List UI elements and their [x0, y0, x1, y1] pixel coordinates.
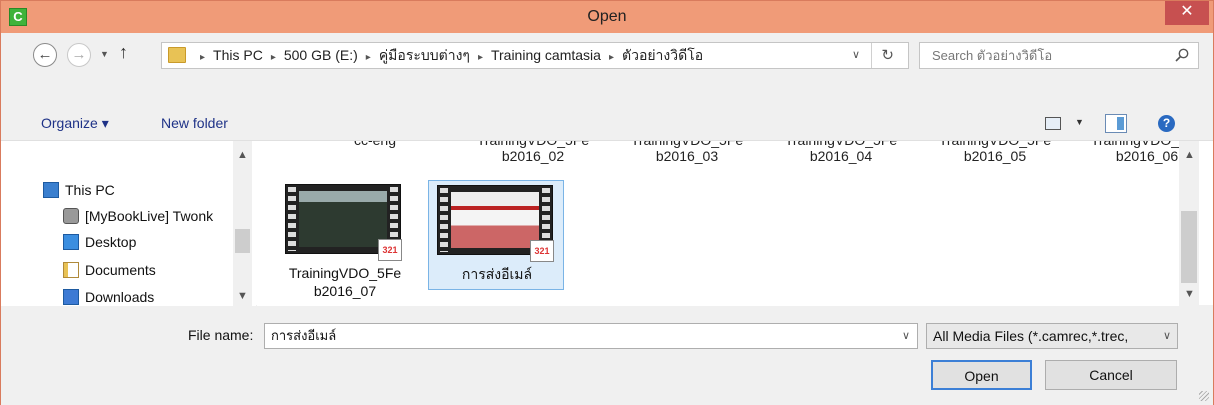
command-bar: Organize ▾ New folder ▼ ?: [1, 107, 1213, 139]
search-icon[interactable]: [1174, 47, 1190, 63]
sidebar-item-label: Downloads: [85, 289, 155, 305]
film-strip: [288, 187, 296, 251]
file-name-input[interactable]: การส่งอีเมล์ ∨: [264, 323, 918, 349]
navigation-pane: This PC [MyBookLive] Twonk Desktop Docum…: [1, 141, 256, 306]
content-area: This PC [MyBookLive] Twonk Desktop Docum…: [1, 140, 1213, 306]
search-placeholder: Search ตัวอย่างวิดีโอ: [932, 48, 1053, 63]
file-name-label: TrainingVDO_5Fe b2016_07: [288, 265, 402, 299]
pc-icon: [43, 182, 59, 198]
file-name-value[interactable]: การส่งอีเมล์: [271, 324, 336, 348]
scrollbar-thumb[interactable]: [1181, 211, 1197, 283]
scroll-down-icon[interactable]: ▼: [1184, 288, 1195, 300]
open-button[interactable]: Open: [931, 360, 1032, 390]
folder-icon: [168, 47, 186, 63]
recent-locations-dropdown[interactable]: ▼: [100, 49, 109, 59]
film-strip: [440, 188, 448, 252]
open-dialog: C Open ✕ ← → ▼ ↑ ▸ This PC ▸ 500 GB (E:) ▸ คู…: [0, 0, 1214, 405]
scrollbar-thumb[interactable]: [235, 229, 250, 253]
sidebar-item-label: Desktop: [85, 234, 137, 250]
back-button[interactable]: ←: [33, 43, 57, 67]
dialog-footer: File name: การส่งอีเมล์ ∨ All Media File…: [1, 306, 1213, 405]
file-name-label: File name:: [188, 327, 254, 343]
breadcrumb-separator[interactable]: ▸: [366, 52, 371, 63]
forward-button[interactable]: →: [67, 43, 91, 67]
file-item-label-bottom[interactable]: b2016_04: [771, 148, 911, 164]
change-view-icon[interactable]: [1045, 117, 1061, 130]
preview-pane-icon[interactable]: [1105, 114, 1127, 133]
navigation-pane-scrollbar[interactable]: ▲ ▼: [233, 141, 252, 306]
file-list: cc-eng TrainingVDO_5Fe b2016_02 Training…: [257, 141, 1179, 306]
sidebar-item-mybooklive[interactable]: [MyBookLive] Twonk: [63, 204, 233, 228]
video-thumbnail: 321: [437, 185, 554, 262]
breadcrumb-separator[interactable]: ▸: [478, 52, 483, 63]
thumbnail-screen: [299, 191, 387, 247]
scroll-up-icon[interactable]: ▲: [237, 149, 248, 161]
camtasia-badge-icon: 321: [530, 240, 554, 262]
help-icon[interactable]: ?: [1158, 115, 1175, 132]
scroll-down-icon[interactable]: ▼: [237, 290, 248, 302]
cancel-button[interactable]: Cancel: [1045, 360, 1177, 390]
file-item-label-bottom[interactable]: b2016_03: [617, 148, 757, 164]
file-item-label-bottom[interactable]: b2016_02: [463, 148, 603, 164]
file-type-value: All Media Files (*.camrec,*.trec,: [933, 328, 1129, 344]
downloads-icon: [63, 289, 79, 305]
sidebar-item-desktop[interactable]: Desktop: [63, 230, 223, 254]
sidebar-item-label: This PC: [65, 182, 115, 198]
dialog-title: Open: [587, 8, 627, 25]
desktop-icon: [63, 234, 79, 250]
camtasia-badge-icon: 321: [378, 239, 402, 261]
breadcrumb-sample-videos[interactable]: ตัวอย่างวิดีโอ: [622, 47, 703, 63]
breadcrumb-drive[interactable]: 500 GB (E:): [284, 47, 358, 63]
breadcrumb-separator[interactable]: ▸: [271, 52, 276, 63]
sidebar-item-label: [MyBookLive] Twonk: [85, 208, 214, 224]
breadcrumb-training-camtasia[interactable]: Training camtasia: [491, 47, 601, 63]
breadcrumb-separator: ▸: [200, 52, 206, 63]
breadcrumb-this-pc[interactable]: This PC: [213, 47, 263, 63]
breadcrumb-separator[interactable]: ▸: [609, 52, 614, 63]
address-history-dropdown[interactable]: ∨: [852, 43, 860, 68]
address-divider: [871, 43, 872, 68]
file-list-scrollbar[interactable]: ▲ ▼: [1179, 141, 1199, 306]
video-thumbnail: 321: [285, 184, 402, 261]
sidebar-item-this-pc[interactable]: This PC: [43, 178, 223, 202]
file-item-label-bottom[interactable]: b2016_05: [925, 148, 1065, 164]
scroll-up-icon[interactable]: ▲: [1184, 149, 1195, 161]
sidebar-item-documents[interactable]: Documents: [63, 258, 223, 282]
file-item-label-bottom[interactable]: b2016_06: [1077, 148, 1179, 164]
sidebar-item-label: Documents: [85, 262, 156, 278]
file-name-dropdown[interactable]: ∨: [902, 324, 910, 348]
refresh-icon[interactable]: ↻: [881, 43, 894, 68]
address-bar[interactable]: ▸ This PC ▸ 500 GB (E:) ▸ คู่มือระบบต่างๆ ▸ Tra…: [161, 42, 909, 69]
up-button[interactable]: ↑: [119, 42, 128, 63]
view-options-dropdown[interactable]: ▼: [1075, 117, 1084, 127]
network-device-icon: [63, 208, 79, 224]
file-item-email[interactable]: 321 การส่งอีเมล์: [428, 180, 564, 290]
breadcrumb: ▸ This PC ▸ 500 GB (E:) ▸ คู่มือระบบต่างๆ ▸ Tra…: [192, 43, 703, 68]
file-name-label: การส่งอีเมล์: [461, 266, 533, 282]
close-button[interactable]: ✕: [1165, 1, 1209, 25]
documents-icon: [63, 262, 79, 278]
navigation-bar: ← → ▼ ↑ ▸ This PC ▸ 500 GB (E:) ▸ คู่มือระบบต…: [1, 33, 1213, 79]
file-item-cc-eng[interactable]: cc-eng: [305, 141, 445, 149]
sidebar-item-downloads[interactable]: Downloads: [63, 285, 223, 306]
file-item-trainingvdo-07[interactable]: 321 TrainingVDO_5Fe b2016_07: [277, 180, 413, 299]
breadcrumb-manuals[interactable]: คู่มือระบบต่างๆ: [379, 47, 470, 63]
new-folder-button[interactable]: New folder: [161, 115, 228, 131]
search-box[interactable]: Search ตัวอย่างวิดีโอ: [919, 42, 1199, 69]
file-type-select[interactable]: All Media Files (*.camrec,*.trec, ∨: [926, 323, 1178, 349]
thumbnail-screen: [451, 192, 539, 248]
chevron-down-icon[interactable]: ∨: [1158, 324, 1171, 348]
organize-menu[interactable]: Organize ▾: [41, 115, 109, 132]
resize-grip[interactable]: [1199, 391, 1209, 401]
title-bar[interactable]: C Open ✕: [1, 1, 1213, 33]
